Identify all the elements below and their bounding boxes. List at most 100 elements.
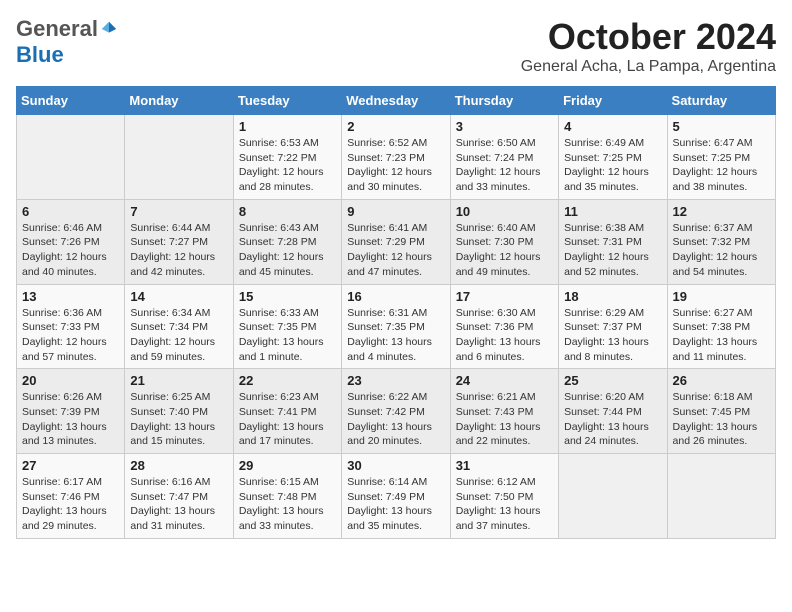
table-row: 10 Sunrise: 6:40 AMSunset: 7:30 PMDayligh… — [450, 199, 558, 284]
day-detail: Sunrise: 6:15 AMSunset: 7:48 PMDaylight:… — [239, 475, 336, 534]
day-number: 16 — [347, 289, 444, 304]
table-row: 2Sunrise: 6:52 AMSunset: 7:23 PMDaylight… — [342, 115, 450, 200]
logo: General Blue — [16, 16, 118, 68]
calendar-body: 1 Sunrise: 6:53 AMSunset: 7:22 PMDaylight… — [17, 115, 776, 539]
table-row: 20 Sunrise: 6:26 AMSunset: 7:39 PMDayligh… — [17, 369, 125, 454]
day-number: 29 — [239, 458, 336, 473]
table-row — [125, 115, 233, 200]
day-number: 17 — [456, 289, 553, 304]
table-row: 14 Sunrise: 6:34 AMSunset: 7:34 PMDayligh… — [125, 284, 233, 369]
day-number: 24 — [456, 373, 553, 388]
day-number: 31 — [456, 458, 553, 473]
table-row: 15Sunrise: 6:33 AMSunset: 7:35 PMDayligh… — [233, 284, 341, 369]
day-number: 14 — [130, 289, 227, 304]
table-row — [559, 454, 667, 539]
table-row — [667, 454, 775, 539]
week-row-4: 20 Sunrise: 6:26 AMSunset: 7:39 PMDayligh… — [17, 369, 776, 454]
table-row: 21Sunrise: 6:25 AMSunset: 7:40 PMDayligh… — [125, 369, 233, 454]
day-number: 5 — [673, 119, 770, 134]
header-thursday: Thursday — [450, 87, 558, 115]
table-row: 19 Sunrise: 6:27 AMSunset: 7:38 PMDayligh… — [667, 284, 775, 369]
table-row: 27 Sunrise: 6:17 AMSunset: 7:46 PMDayligh… — [17, 454, 125, 539]
day-detail: Sunrise: 6:12 AMSunset: 7:50 PMDaylight:… — [456, 475, 553, 534]
table-row: 23 Sunrise: 6:22 AMSunset: 7:42 PMDayligh… — [342, 369, 450, 454]
table-row: 3Sunrise: 6:50 AMSunset: 7:24 PMDaylight… — [450, 115, 558, 200]
day-number: 11 — [564, 204, 661, 219]
day-detail: Sunrise: 6:47 AMSunset: 7:25 PMDaylight:… — [673, 136, 770, 195]
day-number: 15 — [239, 289, 336, 304]
week-row-2: 6 Sunrise: 6:46 AMSunset: 7:26 PMDaylight… — [17, 199, 776, 284]
header-wednesday: Wednesday — [342, 87, 450, 115]
day-number: 28 — [130, 458, 227, 473]
day-number: 10 — [456, 204, 553, 219]
header-saturday: Saturday — [667, 87, 775, 115]
day-number: 27 — [22, 458, 119, 473]
month-title: October 2024 — [521, 16, 776, 58]
logo-general: General — [16, 16, 98, 42]
day-detail: Sunrise: 6:34 AMSunset: 7:34 PMDaylight:… — [130, 306, 227, 365]
logo-icon — [100, 20, 118, 38]
day-detail: Sunrise: 6:23 AMSunset: 7:41 PMDaylight:… — [239, 390, 336, 449]
day-number: 7 — [130, 204, 227, 219]
day-detail: Sunrise: 6:49 AMSunset: 7:25 PMDaylight:… — [564, 136, 661, 195]
day-detail: Sunrise: 6:37 AMSunset: 7:32 PMDaylight:… — [673, 221, 770, 280]
table-row: 1 Sunrise: 6:53 AMSunset: 7:22 PMDaylight… — [233, 115, 341, 200]
day-detail: Sunrise: 6:43 AMSunset: 7:28 PMDaylight:… — [239, 221, 336, 280]
day-number: 4 — [564, 119, 661, 134]
day-number: 30 — [347, 458, 444, 473]
day-detail: Sunrise: 6:53 AMSunset: 7:22 PMDaylight:… — [239, 136, 336, 195]
days-of-week-row: SundayMondayTuesdayWednesdayThursdayFrid… — [17, 87, 776, 115]
day-number: 20 — [22, 373, 119, 388]
day-detail: Sunrise: 6:14 AMSunset: 7:49 PMDaylight:… — [347, 475, 444, 534]
table-row: 18 Sunrise: 6:29 AMSunset: 7:37 PMDayligh… — [559, 284, 667, 369]
day-number: 2 — [347, 119, 444, 134]
table-row: 29 Sunrise: 6:15 AMSunset: 7:48 PMDayligh… — [233, 454, 341, 539]
day-detail: Sunrise: 6:30 AMSunset: 7:36 PMDaylight:… — [456, 306, 553, 365]
week-row-5: 27 Sunrise: 6:17 AMSunset: 7:46 PMDayligh… — [17, 454, 776, 539]
day-number: 23 — [347, 373, 444, 388]
day-detail: Sunrise: 6:20 AMSunset: 7:44 PMDaylight:… — [564, 390, 661, 449]
table-row: 4 Sunrise: 6:49 AMSunset: 7:25 PMDaylight… — [559, 115, 667, 200]
day-detail: Sunrise: 6:22 AMSunset: 7:42 PMDaylight:… — [347, 390, 444, 449]
day-detail: Sunrise: 6:40 AMSunset: 7:30 PMDaylight:… — [456, 221, 553, 280]
day-number: 18 — [564, 289, 661, 304]
table-row: 13 Sunrise: 6:36 AMSunset: 7:33 PMDayligh… — [17, 284, 125, 369]
day-number: 9 — [347, 204, 444, 219]
table-row: 28 Sunrise: 6:16 AMSunset: 7:47 PMDayligh… — [125, 454, 233, 539]
day-number: 8 — [239, 204, 336, 219]
table-row: 22Sunrise: 6:23 AMSunset: 7:41 PMDayligh… — [233, 369, 341, 454]
table-row: 11Sunrise: 6:38 AMSunset: 7:31 PMDayligh… — [559, 199, 667, 284]
day-detail: Sunrise: 6:44 AMSunset: 7:27 PMDaylight:… — [130, 221, 227, 280]
day-number: 13 — [22, 289, 119, 304]
week-row-3: 13 Sunrise: 6:36 AMSunset: 7:33 PMDayligh… — [17, 284, 776, 369]
day-number: 12 — [673, 204, 770, 219]
day-detail: Sunrise: 6:36 AMSunset: 7:33 PMDaylight:… — [22, 306, 119, 365]
table-row: 9 Sunrise: 6:41 AMSunset: 7:29 PMDaylight… — [342, 199, 450, 284]
day-detail: Sunrise: 6:17 AMSunset: 7:46 PMDaylight:… — [22, 475, 119, 534]
table-row: 31 Sunrise: 6:12 AMSunset: 7:50 PMDayligh… — [450, 454, 558, 539]
day-detail: Sunrise: 6:16 AMSunset: 7:47 PMDaylight:… — [130, 475, 227, 534]
calendar-header: SundayMondayTuesdayWednesdayThursdayFrid… — [17, 87, 776, 115]
day-detail: Sunrise: 6:41 AMSunset: 7:29 PMDaylight:… — [347, 221, 444, 280]
table-row: 8 Sunrise: 6:43 AMSunset: 7:28 PMDaylight… — [233, 199, 341, 284]
header-tuesday: Tuesday — [233, 87, 341, 115]
day-detail: Sunrise: 6:46 AMSunset: 7:26 PMDaylight:… — [22, 221, 119, 280]
table-row: 12 Sunrise: 6:37 AMSunset: 7:32 PMDayligh… — [667, 199, 775, 284]
day-number: 3 — [456, 119, 553, 134]
day-number: 1 — [239, 119, 336, 134]
day-detail: Sunrise: 6:26 AMSunset: 7:39 PMDaylight:… — [22, 390, 119, 449]
day-detail: Sunrise: 6:29 AMSunset: 7:37 PMDaylight:… — [564, 306, 661, 365]
day-detail: Sunrise: 6:31 AMSunset: 7:35 PMDaylight:… — [347, 306, 444, 365]
calendar-table: SundayMondayTuesdayWednesdayThursdayFrid… — [16, 86, 776, 539]
day-number: 6 — [22, 204, 119, 219]
day-number: 19 — [673, 289, 770, 304]
page-header: General Blue October 2024 General Acha, … — [16, 16, 776, 76]
day-detail: Sunrise: 6:27 AMSunset: 7:38 PMDaylight:… — [673, 306, 770, 365]
table-row: 16 Sunrise: 6:31 AMSunset: 7:35 PMDayligh… — [342, 284, 450, 369]
header-sunday: Sunday — [17, 87, 125, 115]
table-row: 7 Sunrise: 6:44 AMSunset: 7:27 PMDaylight… — [125, 199, 233, 284]
table-row — [17, 115, 125, 200]
day-detail: Sunrise: 6:21 AMSunset: 7:43 PMDaylight:… — [456, 390, 553, 449]
day-number: 21 — [130, 373, 227, 388]
table-row: 26Sunrise: 6:18 AMSunset: 7:45 PMDayligh… — [667, 369, 775, 454]
